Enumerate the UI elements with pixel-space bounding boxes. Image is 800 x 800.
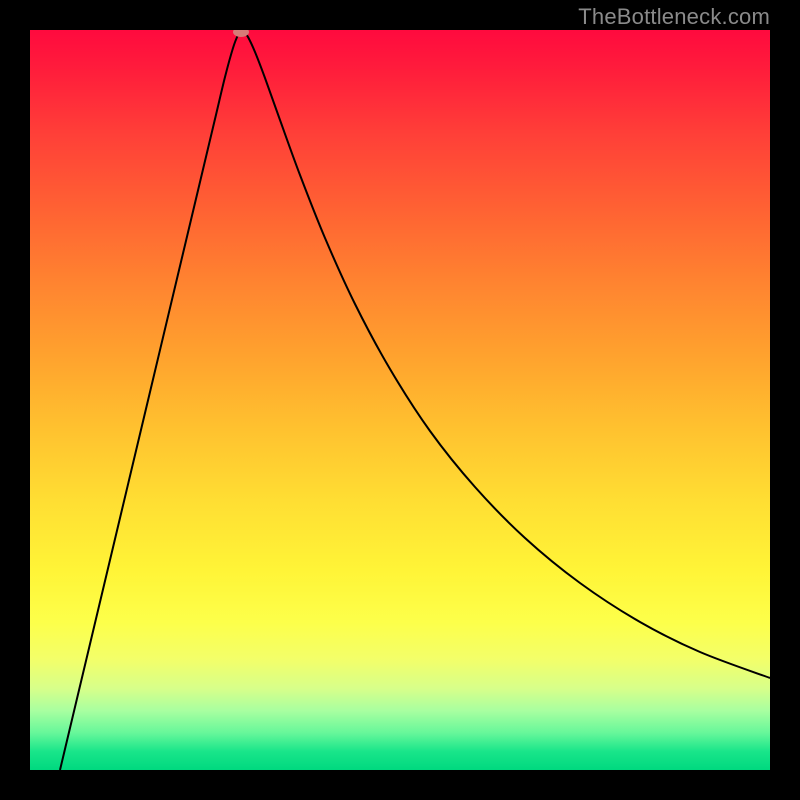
bottleneck-curve xyxy=(60,31,770,770)
plot-area xyxy=(30,30,770,770)
curve-svg xyxy=(30,30,770,770)
watermark-text: TheBottleneck.com xyxy=(578,4,770,30)
chart-frame: TheBottleneck.com xyxy=(0,0,800,800)
